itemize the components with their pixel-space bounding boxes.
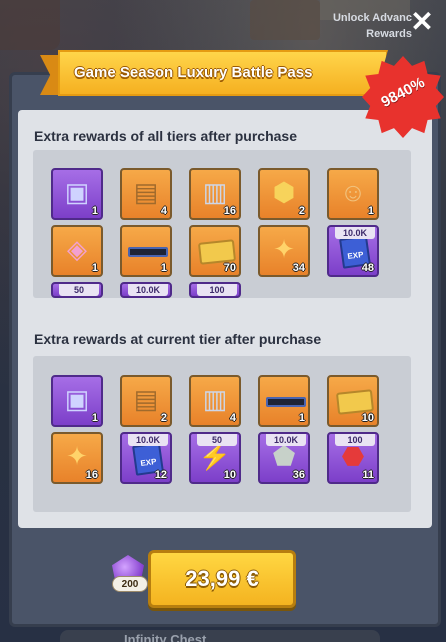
reward-amount-label: 10.0K — [128, 434, 168, 446]
reward-amount-label: 10.0K — [266, 434, 306, 446]
reward-amount-label: 10.0K — [335, 227, 375, 239]
reward-count: 11 — [362, 469, 374, 481]
reward-amount-label: 50 — [197, 434, 237, 446]
reward-count: 1 — [91, 262, 98, 274]
reward-count: 1 — [91, 205, 98, 217]
reward-count: 2 — [160, 412, 167, 424]
buy-button[interactable]: 23,99 € — [148, 550, 296, 608]
reward-count: 1 — [91, 412, 98, 424]
gold-ticket-icon — [197, 239, 237, 265]
reward-tile[interactable]: 100 — [189, 282, 241, 298]
reward-tile[interactable]: ⚡ 50 10 — [189, 432, 241, 484]
reward-amount-label: 100 — [197, 284, 237, 296]
background-building — [250, 0, 320, 40]
reward-tile[interactable]: 1 — [258, 375, 310, 427]
unlock-advanced-rewards-label: Unlock Advanc Rewards — [333, 10, 412, 42]
reward-count: 1 — [298, 412, 305, 424]
reward-tile[interactable]: 70 — [189, 225, 241, 277]
unlock-line-2: Rewards — [366, 28, 412, 40]
current-tier-title: Extra rewards at current tier after purc… — [34, 331, 322, 347]
reward-tile[interactable]: ◈ 1 — [51, 225, 103, 277]
reward-tile[interactable]: EXP 10.0K 48 — [327, 225, 379, 277]
reward-count: 4 — [160, 205, 167, 217]
all-tiers-title: Extra rewards of all tiers after purchas… — [34, 128, 297, 144]
reward-tile[interactable]: ⬟ 10.0K 36 — [258, 432, 310, 484]
reward-tile[interactable]: 10 — [327, 375, 379, 427]
reward-tile[interactable]: ✦ 16 — [51, 432, 103, 484]
reward-count: 4 — [229, 412, 236, 424]
reward-amount-label: 100 — [335, 434, 375, 446]
reward-tile[interactable]: 10.0K — [120, 282, 172, 298]
reward-count: 16 — [223, 205, 236, 217]
reward-count: 12 — [154, 469, 167, 481]
reward-count: 10 — [361, 412, 374, 424]
gem-count-badge: 200 — [112, 576, 148, 592]
reward-count: 10 — [223, 469, 236, 481]
background-bottom-text: Infinity Chest — [124, 632, 207, 642]
reward-tile[interactable]: ▥ 4 — [189, 375, 241, 427]
gold-ticket-icon — [335, 389, 375, 415]
reward-tile[interactable]: ▣ 1 — [51, 168, 103, 220]
reward-count: 36 — [292, 469, 305, 481]
background-bottom-tab — [60, 630, 380, 642]
reward-count: 70 — [223, 262, 236, 274]
reward-tile[interactable]: ✦ 34 — [258, 225, 310, 277]
reward-tile[interactable]: ▥ 16 — [189, 168, 241, 220]
reward-tile[interactable]: 50 — [51, 282, 103, 298]
background-structure — [0, 0, 60, 50]
reward-tile[interactable]: 1 — [120, 225, 172, 277]
reward-amount-label: 50 — [59, 284, 99, 296]
reward-count: 34 — [292, 262, 305, 274]
reward-tile[interactable]: EXP 10.0K 12 — [120, 432, 172, 484]
unlock-line-1: Unlock Advanc — [332, 12, 412, 24]
reward-tile[interactable]: ⬢ 2 — [258, 168, 310, 220]
close-icon[interactable]: ✕ — [408, 8, 436, 36]
reward-tile[interactable]: ☺ 1 — [327, 168, 379, 220]
reward-tile[interactable]: ▣ 1 — [51, 375, 103, 427]
reward-tile[interactable]: ▤ 2 — [120, 375, 172, 427]
reward-tile[interactable]: ▤ 4 — [120, 168, 172, 220]
reward-count: 2 — [298, 205, 305, 217]
banner-title: Game Season Luxury Battle Pass — [74, 64, 313, 81]
reward-amount-label: 10.0K — [128, 284, 168, 296]
reward-count: 16 — [85, 469, 98, 481]
reward-count: 1 — [367, 205, 374, 217]
dark-bar-icon — [266, 397, 306, 407]
reward-count: 1 — [160, 262, 167, 274]
dark-bar-icon — [128, 247, 168, 257]
reward-count: 48 — [361, 262, 374, 274]
reward-tile[interactable]: ⬣ 100 11 — [327, 432, 379, 484]
